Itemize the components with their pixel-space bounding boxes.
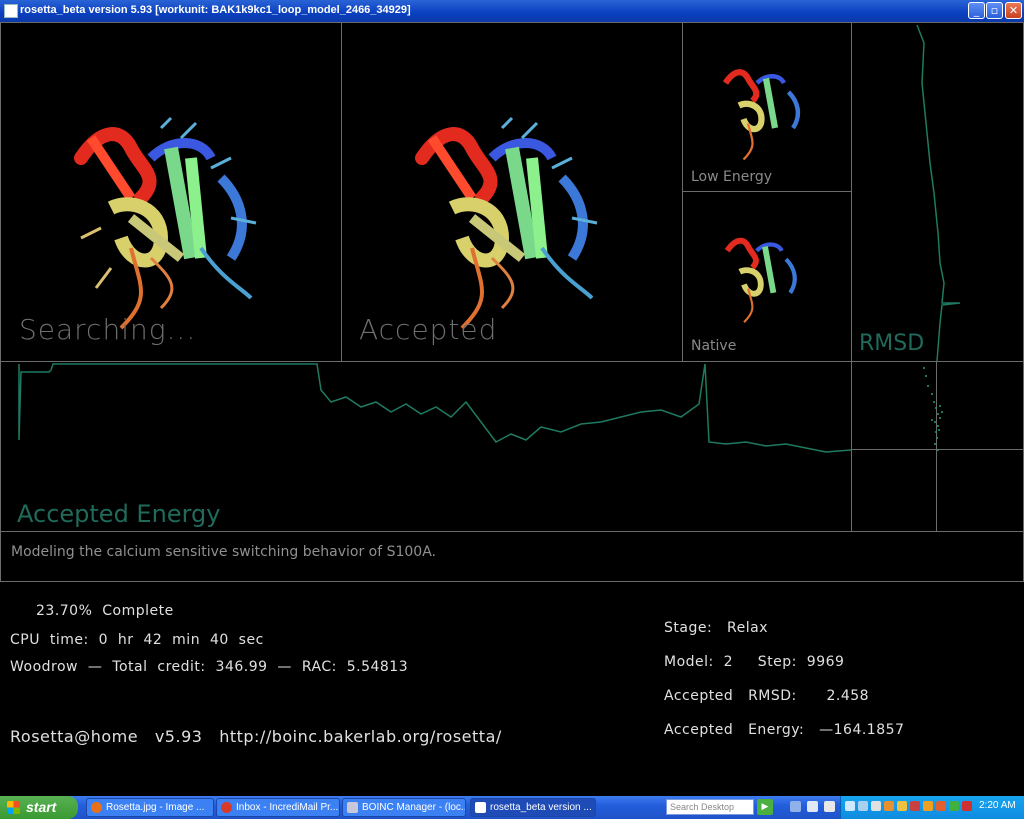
cpu-time: CPU time: 0 hr 42 min 40 sec: [10, 632, 264, 648]
firefox-icon: [91, 802, 102, 813]
taskbar: start Rosetta.jpg - Image ... Inbox - In…: [0, 796, 1024, 819]
windows-logo-icon: [7, 801, 20, 814]
start-button[interactable]: start: [0, 796, 78, 819]
percent-complete: 23.70% Complete: [36, 603, 174, 619]
window-icon[interactable]: [807, 801, 818, 812]
task-label: Rosetta.jpg - Image ...: [106, 802, 205, 813]
stage-info: Stage: Relax: [664, 620, 768, 636]
protein-structure-native: [724, 237, 797, 323]
task-label: rosetta_beta version ...: [490, 802, 592, 813]
taskbar-item-incredimail[interactable]: Inbox - IncrediMail Pr...: [216, 798, 340, 817]
tray-app-icon[interactable]: [923, 801, 933, 811]
workunit-description: Modeling the calcium sensitive switching…: [11, 544, 436, 560]
desktop-search-input[interactable]: Search Desktop: [666, 799, 754, 815]
tray-arrow-icon[interactable]: [845, 801, 855, 811]
tray-app-icon[interactable]: [962, 801, 972, 811]
accepted-energy-info: Accepted Energy: —164.1857: [664, 722, 905, 738]
protein-structure-searching: [74, 116, 257, 330]
tray-app-icon[interactable]: [871, 801, 881, 811]
tray-app-icon[interactable]: [936, 801, 946, 811]
clock: 2:20 AM: [979, 800, 1016, 811]
search-go-button[interactable]: ▶: [757, 799, 773, 815]
accepted-panel: Accepted: [341, 22, 683, 362]
project-info: Rosetta@home v5.93 http://boinc.bakerlab…: [10, 727, 502, 746]
tray-app-icon[interactable]: [910, 801, 920, 811]
task-label: Inbox - IncrediMail Pr...: [236, 802, 339, 813]
native-label: Native: [691, 338, 737, 354]
rmsd-trace: [916, 24, 961, 361]
searching-panel: Searching...: [0, 22, 342, 362]
rmsd-panel: RMSD: [851, 22, 1024, 362]
screen: rosetta_beta version 5.93 [workunit: BAK…: [0, 0, 1024, 819]
taskbar-item-rosetta-beta[interactable]: rosetta_beta version ...: [470, 798, 596, 817]
close-icon: ✕: [1008, 4, 1019, 17]
network-icon[interactable]: [858, 801, 868, 811]
boinc-icon: [347, 802, 358, 813]
native-panel: Native: [682, 191, 852, 362]
protein-structure-low-energy: [722, 69, 801, 161]
description-panel: Modeling the calcium sensitive switching…: [0, 531, 1024, 582]
minimize-icon: _: [973, 4, 980, 17]
start-label: start: [26, 799, 57, 815]
task-label: BOINC Manager - (loc...: [362, 802, 466, 813]
tray-app-icon[interactable]: [897, 801, 907, 811]
taskbar-item-boinc-manager[interactable]: BOINC Manager - (loc...: [342, 798, 466, 817]
accepted-label: Accepted: [359, 313, 498, 346]
model-step-info: Model: 2 Step: 9969: [664, 654, 845, 670]
accepted-energy-label: Accepted Energy: [17, 500, 221, 528]
tray-app-icon[interactable]: [949, 801, 959, 811]
taskbar-item-rosetta-image[interactable]: Rosetta.jpg - Image ...: [86, 798, 214, 817]
maximize-button[interactable]: ▫: [986, 2, 1003, 19]
tray-app-icon[interactable]: [884, 801, 894, 811]
app-window-icon: [4, 4, 18, 18]
searching-label: Searching...: [19, 313, 197, 346]
help-icon[interactable]: [824, 801, 835, 812]
rmsd-energy-scatter-panel: [851, 361, 1024, 532]
incredimail-icon: [221, 802, 232, 813]
window-title-bar[interactable]: rosetta_beta version 5.93 [workunit: BAK…: [0, 0, 1024, 22]
credit-info: Woodrow — Total credit: 346.99 — RAC: 5.…: [10, 659, 409, 675]
maximize-icon: ▫: [990, 4, 999, 17]
tool-icon[interactable]: [790, 801, 801, 812]
window-title: rosetta_beta version 5.93 [workunit: BAK…: [20, 4, 411, 16]
rosetta-window-icon: [475, 802, 486, 813]
low-energy-panel: Low Energy: [682, 22, 852, 192]
accepted-energy-panel: Accepted Energy: [0, 361, 852, 532]
close-button[interactable]: ✕: [1005, 2, 1022, 19]
system-tray: 2:20 AM: [840, 796, 1024, 819]
minimize-button[interactable]: _: [968, 2, 985, 19]
protein-structure-accepted: [415, 116, 598, 330]
accepted-rmsd-info: Accepted RMSD: 2.458: [664, 688, 870, 704]
scatter-points: [923, 367, 943, 451]
arrow-right-icon: ▶: [761, 802, 769, 812]
rmsd-label: RMSD: [859, 331, 925, 356]
low-energy-label: Low Energy: [691, 169, 773, 185]
